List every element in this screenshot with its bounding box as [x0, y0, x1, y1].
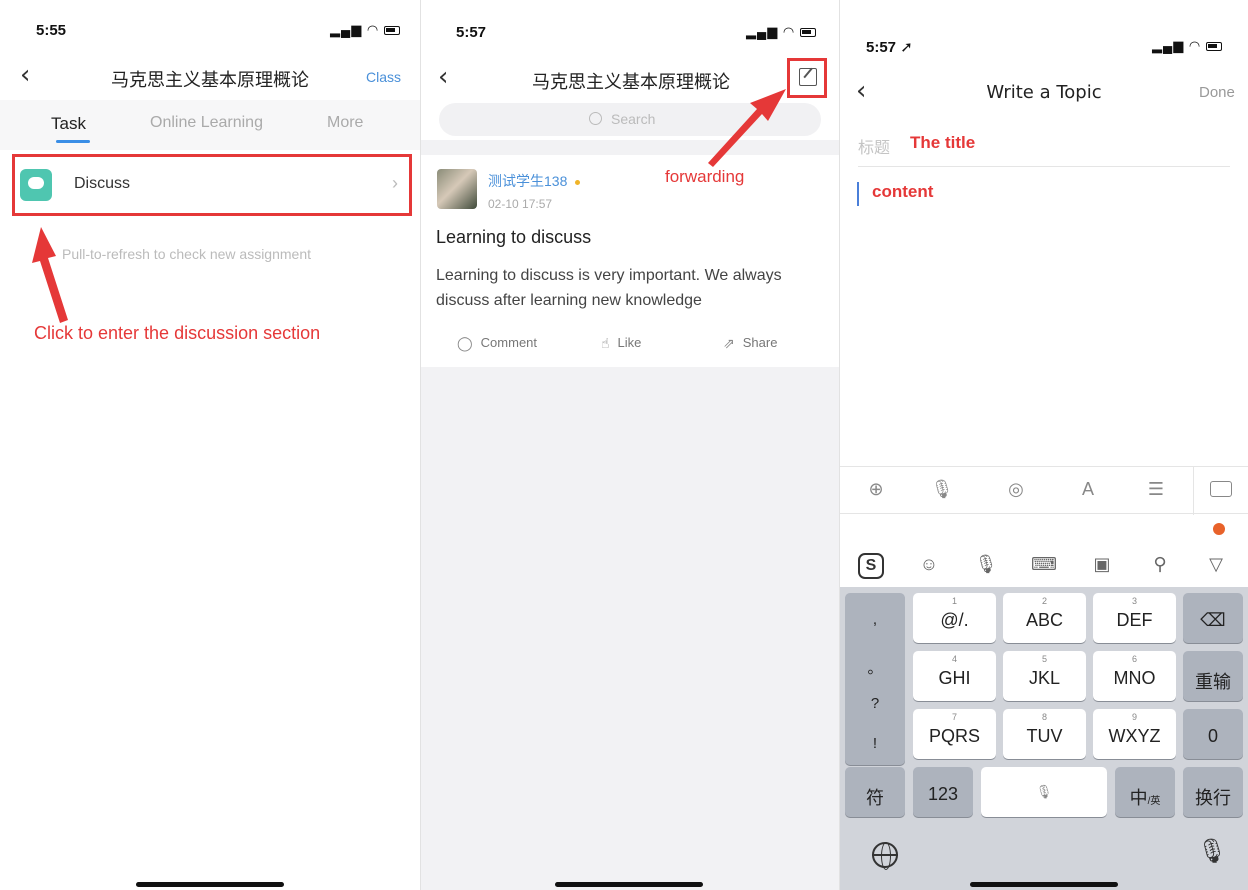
- comment-button[interactable]: ◯ Comment: [457, 335, 537, 352]
- list-icon[interactable]: ☰: [1142, 479, 1170, 500]
- post-author[interactable]: 测试学生138: [488, 171, 581, 191]
- tab-underline: [56, 140, 90, 143]
- status-time: 5:57: [456, 24, 487, 41]
- comment-icon: ◯: [457, 335, 473, 352]
- back-icon[interactable]: ‹: [856, 76, 866, 106]
- tab-online-learning[interactable]: Online Learning: [150, 114, 263, 132]
- key-5[interactable]: 5 JKL: [1003, 651, 1086, 701]
- page-title: 马克思主义基本原理概论: [111, 70, 309, 91]
- keyboard-icon[interactable]: ⌨: [1030, 554, 1058, 575]
- text-cursor: [857, 182, 859, 206]
- key-4[interactable]: 4 GHI: [913, 651, 996, 701]
- emoji-icon[interactable]: ☺: [915, 554, 943, 575]
- voice-space-icon: 🎙︎: [1035, 784, 1053, 799]
- return-key[interactable]: 换行: [1183, 767, 1243, 817]
- home-indicator: [555, 882, 703, 887]
- backspace-icon: ⌫: [1200, 610, 1226, 630]
- key-1[interactable]: 1 @/.: [913, 593, 996, 643]
- page-title: Write a Topic: [986, 82, 1102, 103]
- key-6[interactable]: 6 MNO: [1093, 651, 1176, 701]
- keyboard-toggle-icon[interactable]: [1193, 467, 1248, 515]
- battery-icon: [383, 26, 400, 36]
- symbol-key[interactable]: !: [845, 735, 905, 752]
- annotation-highlight-box: [12, 154, 412, 216]
- back-icon[interactable]: ‹: [20, 60, 30, 90]
- status-icons: ▂▄▆ ◠: [746, 24, 816, 40]
- battery-icon: [799, 28, 816, 38]
- thumbs-up-icon: ☝: [601, 335, 610, 352]
- reenter-key[interactable]: 重输: [1183, 651, 1243, 701]
- search-placeholder: Search: [611, 111, 656, 127]
- status-icons: ▂▄▆ ◠: [330, 22, 400, 38]
- zero-key[interactable]: 0: [1183, 709, 1243, 759]
- back-icon[interactable]: ‹: [438, 62, 448, 92]
- symbol-key[interactable]: ,: [845, 611, 905, 628]
- clipboard-icon[interactable]: ▣: [1088, 554, 1116, 575]
- home-indicator: [136, 882, 284, 887]
- space-key[interactable]: 🎙︎: [981, 767, 1107, 817]
- level-badge-icon: [575, 179, 581, 185]
- title-label: 标题: [858, 140, 891, 157]
- title-value: The title: [910, 133, 976, 152]
- avatar[interactable]: [437, 169, 477, 209]
- class-link[interactable]: Class: [366, 69, 401, 85]
- annotation-highlight-box: [787, 58, 827, 98]
- title-field[interactable]: 标题 The title: [858, 130, 1230, 167]
- done-button[interactable]: Done: [1199, 84, 1235, 101]
- search-icon[interactable]: ⚲: [1146, 554, 1174, 575]
- discussion-list-screen: 5:57 ▂▄▆ ◠ ‹ 马克思主义基本原理概论 Search 测试学生138 …: [421, 0, 839, 890]
- key-2[interactable]: 2 ABC: [1003, 593, 1086, 643]
- post-card[interactable]: 测试学生138 02-10 17:57 Learning to discuss …: [421, 155, 839, 367]
- search-icon: [589, 112, 602, 125]
- task-screen: 5:55 ▂▄▆ ◠ ‹ 马克思主义基本原理概论 Class Task Onli…: [0, 0, 420, 890]
- battery-icon: [1205, 42, 1222, 52]
- pull-refresh-hint: Pull-to-refresh to check new assignment: [62, 246, 311, 262]
- share-button[interactable]: ⇗ Share: [723, 335, 777, 352]
- content-field[interactable]: content: [872, 182, 933, 202]
- annotation-arrow-icon: [32, 227, 68, 323]
- font-icon[interactable]: A: [1074, 479, 1102, 500]
- status-icons: ▂▄▆ ◠: [1152, 38, 1222, 54]
- sogou-logo-icon[interactable]: S: [858, 553, 884, 579]
- annotation-text: Click to enter the discussion section: [34, 323, 321, 343]
- key-3[interactable]: 3 DEF: [1093, 593, 1176, 643]
- microphone-icon[interactable]: 🎙︎: [1197, 837, 1227, 866]
- tab-bar: Task Online Learning More: [0, 100, 420, 150]
- like-button[interactable]: ☝ Like: [601, 335, 641, 352]
- home-indicator: [970, 882, 1118, 887]
- post-body: Learning to discuss is very important. W…: [436, 267, 782, 309]
- annotation-text: forwarding: [665, 167, 745, 186]
- post-time: 02-10 17:57: [488, 197, 553, 211]
- annotation-arrow-icon: [708, 89, 786, 167]
- key-8[interactable]: 8 TUV: [1003, 709, 1086, 759]
- status-time: 5:55: [36, 22, 67, 39]
- globe-icon[interactable]: [872, 842, 898, 870]
- status-time: 5:57 ➚: [866, 39, 913, 56]
- add-icon[interactable]: ⊕: [862, 479, 890, 500]
- ime-candidate-bar: [840, 515, 1248, 545]
- collapse-keyboard-icon[interactable]: ▽: [1202, 554, 1230, 575]
- symbol-column[interactable]: , 。 ? !: [845, 593, 905, 765]
- chinese-english-toggle-key[interactable]: 中/英: [1115, 767, 1175, 817]
- share-icon: ⇗: [723, 335, 735, 352]
- write-topic-screen: 5:57 ➚ ▂▄▆ ◠ ‹ Write a Topic Done 标题 The…: [840, 0, 1248, 890]
- symbol-key[interactable]: ?: [845, 695, 905, 712]
- ime-keyboard: , 。 ? ! 1 @/. 2 ABC 3 DEF ⌫ 4 GHI 5 JKL 6 MNO …: [840, 587, 1248, 890]
- ime-toolbar: S ☺ 🎙︎ ⌨ ▣ ⚲ ▽: [840, 545, 1248, 587]
- backspace-key[interactable]: ⌫: [1183, 593, 1243, 643]
- tab-task[interactable]: Task: [51, 114, 86, 134]
- microphone-icon[interactable]: 🎙︎: [928, 479, 956, 500]
- sogou-mascot-icon: [1213, 523, 1225, 535]
- tab-more[interactable]: More: [327, 114, 363, 132]
- voice-icon[interactable]: 🎙︎: [972, 554, 1000, 575]
- key-9[interactable]: 9 WXYZ: [1093, 709, 1176, 759]
- editor-toolbar: ⊕ 🎙︎ ◎ A ☰: [840, 466, 1248, 515]
- post-title: Learning to discuss: [436, 227, 592, 247]
- symbol-mode-key[interactable]: 符: [845, 767, 905, 817]
- key-7[interactable]: 7 PQRS: [913, 709, 996, 759]
- number-mode-key[interactable]: 123: [913, 767, 973, 817]
- symbol-key[interactable]: 。: [845, 657, 905, 678]
- camera-icon[interactable]: ◎: [1002, 479, 1030, 500]
